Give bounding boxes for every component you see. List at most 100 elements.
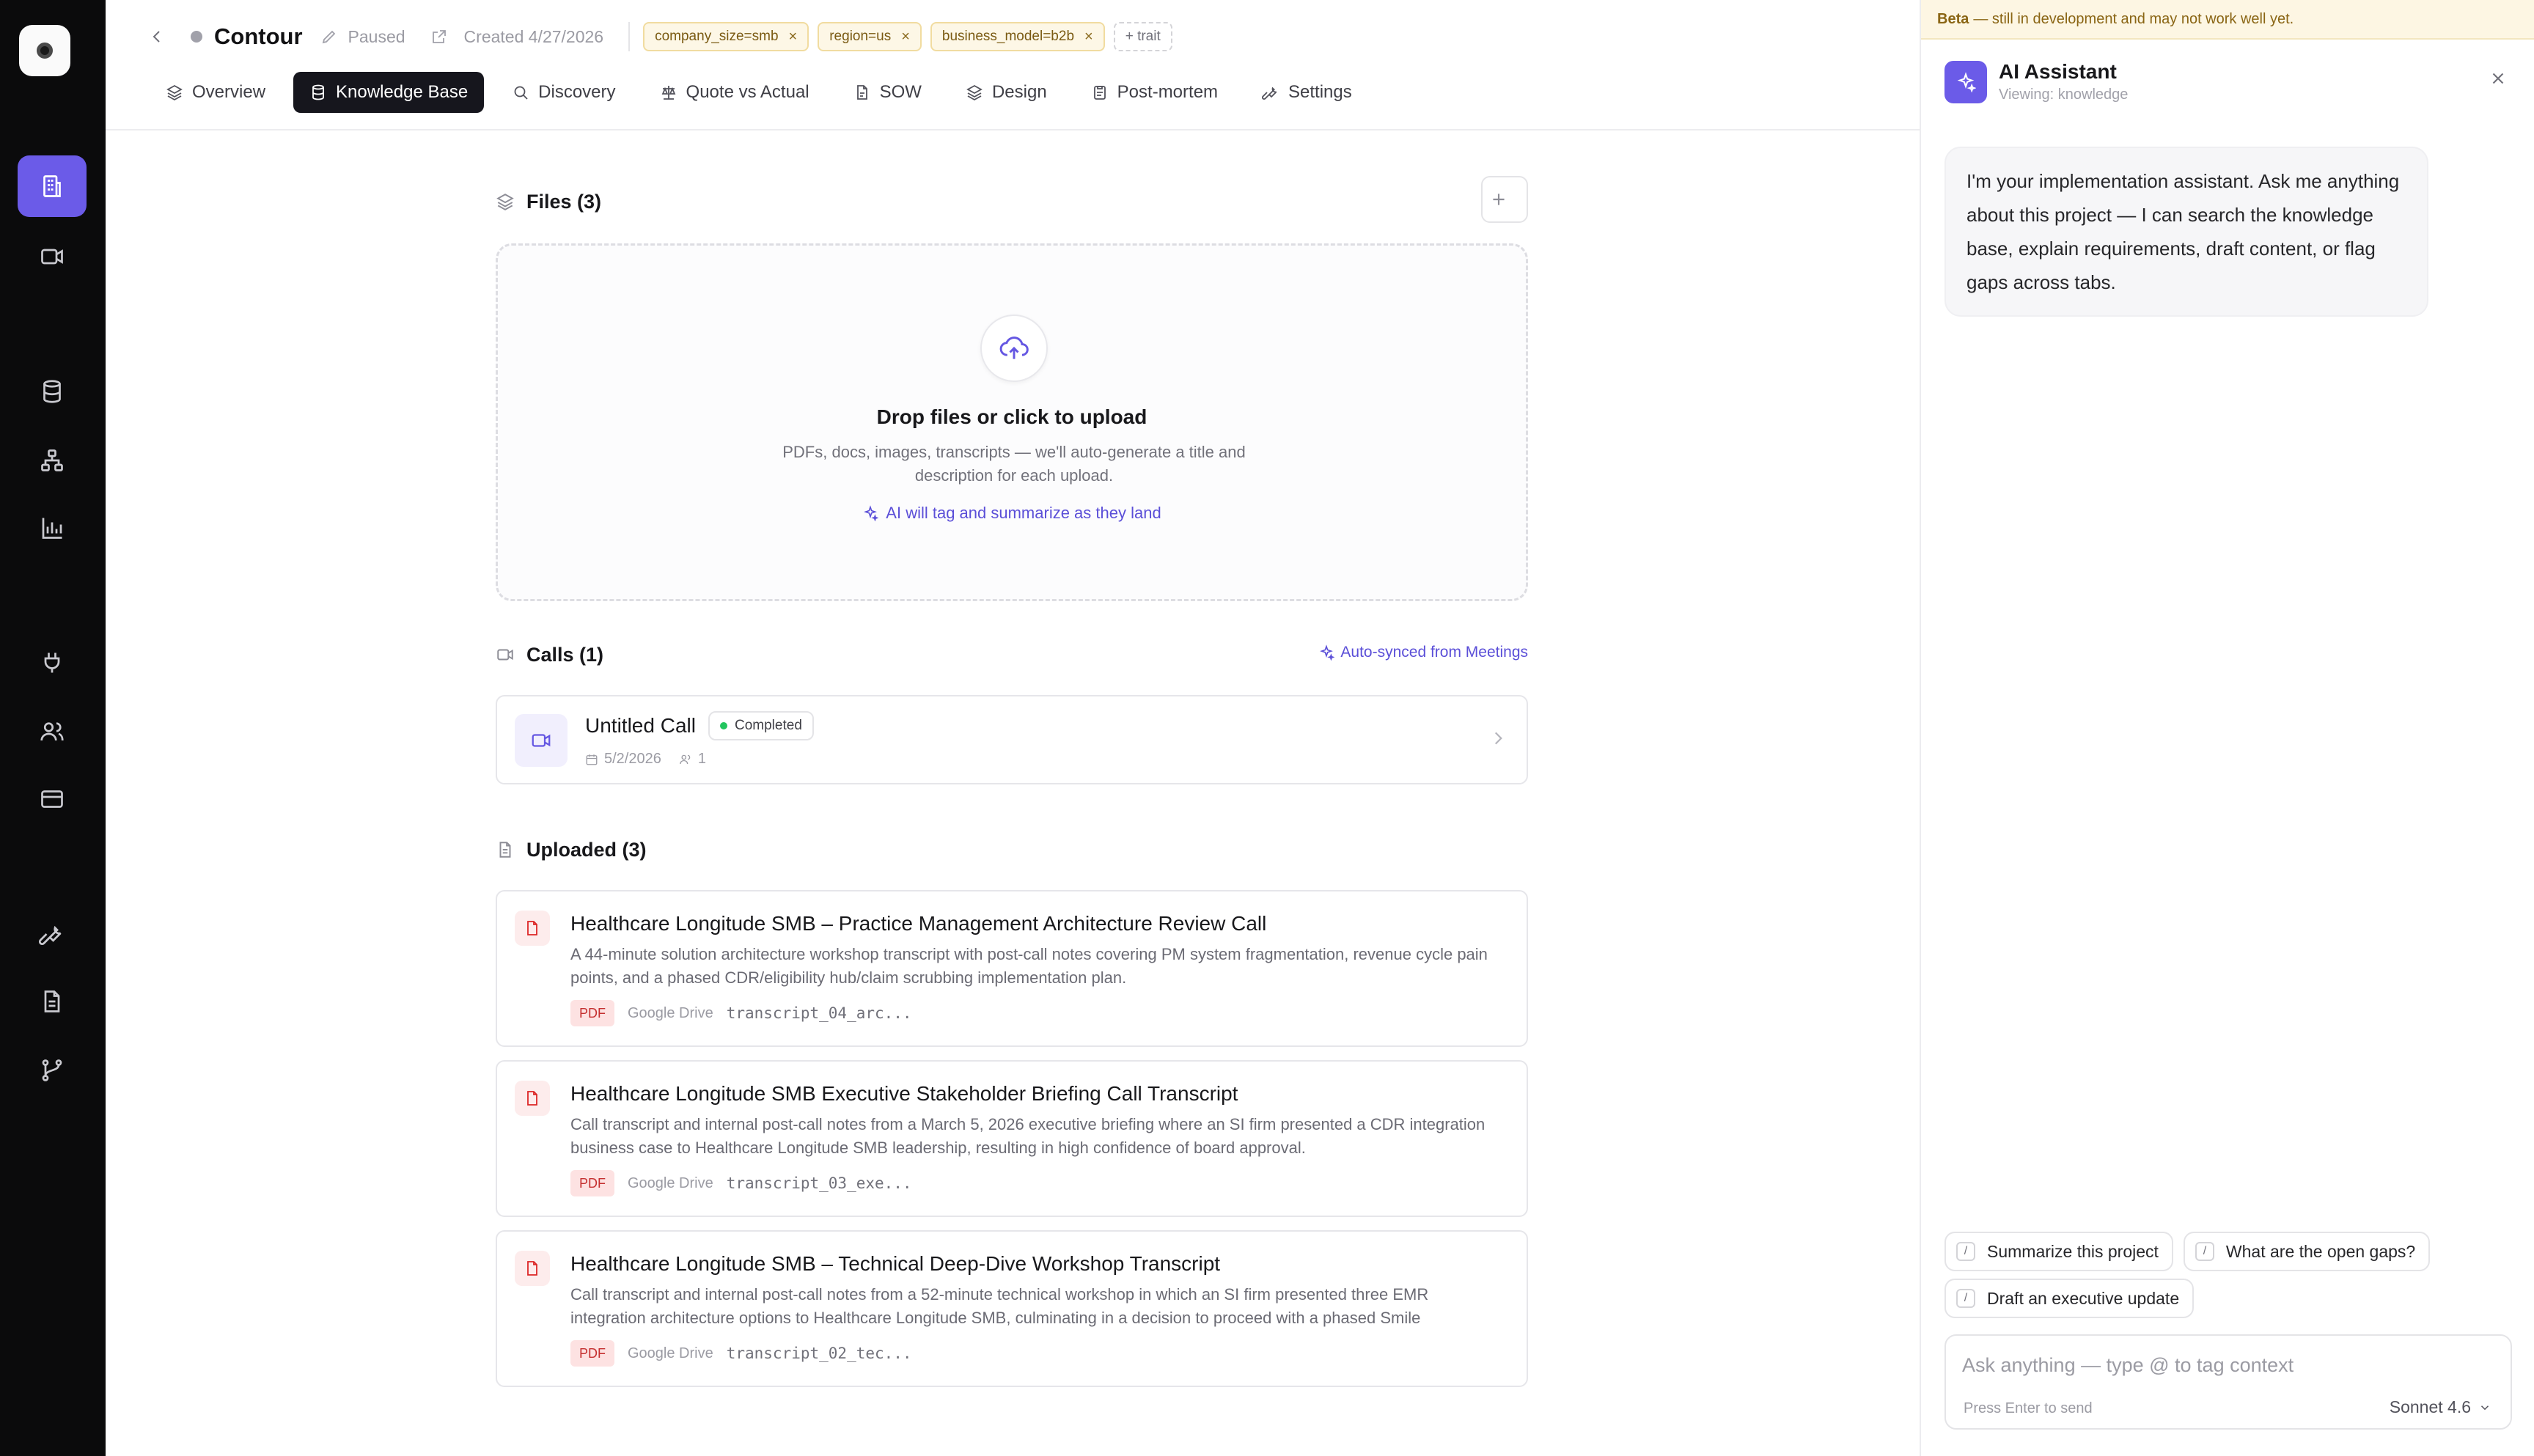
tab-discovery[interactable]: Discovery [496,72,631,113]
file-title: Healthcare Longitude SMB – Practice Mana… [570,912,1267,935]
cloud-upload-icon [999,337,1029,359]
chat-input[interactable] [1962,1350,2490,1380]
suggestion-summarize[interactable]: / Summarize this project [1944,1232,2173,1271]
suggestion-label: What are the open gaps? [2225,1241,2416,1261]
trait-chip[interactable]: company_size=smb × [643,22,809,51]
users-icon [40,722,64,741]
wrench-icon [1262,87,1277,100]
search-icon [514,86,528,100]
add-trait-button[interactable]: + trait [1113,22,1172,51]
suggestion-exec-update[interactable]: / Draft an executive update [1944,1279,2195,1318]
remove-trait-icon[interactable]: × [1084,29,1093,45]
trait-label: company_size=smb [655,29,779,44]
uploaded-file-card[interactable]: Healthcare Longitude SMB – Technical Dee… [496,1230,1528,1387]
file-type-badge: PDF [570,1000,614,1026]
slash-icon: / [2195,1242,2214,1261]
status-dot [191,31,202,43]
suggestion-open-gaps[interactable]: / What are the open gaps? [2183,1232,2431,1271]
file-title: Healthcare Longitude SMB Executive Stake… [570,1082,1238,1105]
uploaded-file-card[interactable]: Healthcare Longitude SMB Executive Stake… [496,1060,1528,1217]
scale-icon [661,86,675,100]
file-meta: PDF Google Drive transcript_03_exe... [570,1170,912,1196]
close-panel-button[interactable] [2489,69,2508,88]
tab-settings[interactable]: Settings [1246,72,1368,113]
status-label[interactable]: Paused [348,27,405,47]
rail-database-button[interactable] [18,361,87,422]
tab-label: Knowledge Base [336,82,469,102]
wrench-icon [39,925,62,946]
git-branch-icon [42,1059,62,1081]
rail-analytics-button[interactable] [18,497,87,559]
rail-meetings-button[interactable] [18,226,87,287]
suggestion-label: Draft an executive update [1987,1288,2180,1308]
trait-chip[interactable]: business_model=b2b × [930,22,1105,51]
tab-post-mortem[interactable]: Post-mortem [1075,72,1234,113]
header-row: Contour Paused Created 4/27/2026 company… [142,19,1172,54]
building-icon [43,175,61,197]
chevron-left-icon [153,31,160,43]
edit-title-button[interactable] [320,28,338,45]
rail-branches-button[interactable] [18,1040,87,1101]
pdf-file-icon [515,1081,550,1116]
tab-quote-vs-actual[interactable]: Quote vs Actual [644,72,826,113]
call-title: Untitled Call [585,714,696,737]
auto-synced-link[interactable]: Auto-synced from Meetings [1318,644,1528,661]
file-meta: PDF Google Drive transcript_04_arc... [570,1000,912,1026]
trait-chip[interactable]: region=us × [818,22,922,51]
rail-tools-button[interactable] [18,903,87,965]
rail-billing-button[interactable] [18,768,87,830]
rail-integrations-button[interactable] [18,632,87,694]
uploaded-list: Healthcare Longitude SMB – Practice Mana… [496,890,1528,1387]
rail-users-button[interactable] [18,701,87,762]
plug-icon [44,652,60,673]
video-icon [532,734,551,747]
upload-icon-badge [980,315,1048,382]
assistant-message: I'm your implementation assistant. Ask m… [1944,147,2428,317]
remove-trait-icon[interactable]: × [789,29,798,45]
app-logo[interactable] [19,25,70,76]
file-description: Call transcript and internal post-call n… [570,1285,1429,1327]
model-selector[interactable]: Sonnet 4.6 [2390,1397,2491,1417]
add-file-button[interactable] [1481,176,1528,223]
tab-overview[interactable]: Overview [150,72,282,113]
assistant-header: AI Assistant Viewing: knowledge [1944,60,2128,103]
document-icon [499,842,511,858]
rail-hierarchy-button[interactable] [18,430,87,491]
pencil-icon [322,30,335,44]
video-icon [497,649,513,661]
database-icon [43,380,61,403]
file-name: transcript_02_tec... [726,1345,912,1362]
call-card[interactable]: Untitled Call Completed 5/2/2026 1 [496,695,1528,784]
assistant-context: Viewing: knowledge [1999,87,2129,103]
layers-icon [166,84,183,101]
participant-count: 1 [697,751,706,767]
tab-sow[interactable]: SOW [837,72,938,113]
slash-icon: / [1956,1289,1975,1308]
back-button[interactable] [142,22,172,51]
upload-dropzone[interactable]: Drop files or click to upload PDFs, docs… [496,243,1528,601]
file-name: transcript_03_exe... [726,1174,912,1192]
remove-trait-icon[interactable]: × [901,29,910,45]
tab-label: Quote vs Actual [686,82,809,102]
file-source: Google Drive [628,1004,713,1021]
project-title: Contour [214,23,303,49]
beta-banner: Beta — still in development and may not … [1921,0,2534,40]
layers-icon [966,84,983,101]
uploaded-section-header: Uploaded (3) [496,824,1528,875]
left-rail [0,0,106,1456]
document-icon [44,990,60,1012]
tab-label: Design [991,82,1047,102]
open-external-button[interactable] [430,28,448,45]
trait-label: region=us [829,29,892,44]
file-title: Healthcare Longitude SMB – Technical Dee… [570,1252,1221,1275]
rail-documents-button[interactable] [18,971,87,1032]
bar-chart-icon [42,518,62,539]
tab-knowledge-base[interactable]: Knowledge Base [293,72,485,113]
uploaded-file-card[interactable]: Healthcare Longitude SMB – Practice Mana… [496,890,1528,1047]
layers-icon [496,194,514,210]
file-source: Google Drive [628,1174,713,1191]
slash-icon: / [1956,1242,1975,1261]
chat-composer: Press Enter to send Sonnet 4.6 [1944,1334,2512,1430]
tab-design[interactable]: Design [950,72,1063,113]
rail-projects-button[interactable] [18,155,87,217]
